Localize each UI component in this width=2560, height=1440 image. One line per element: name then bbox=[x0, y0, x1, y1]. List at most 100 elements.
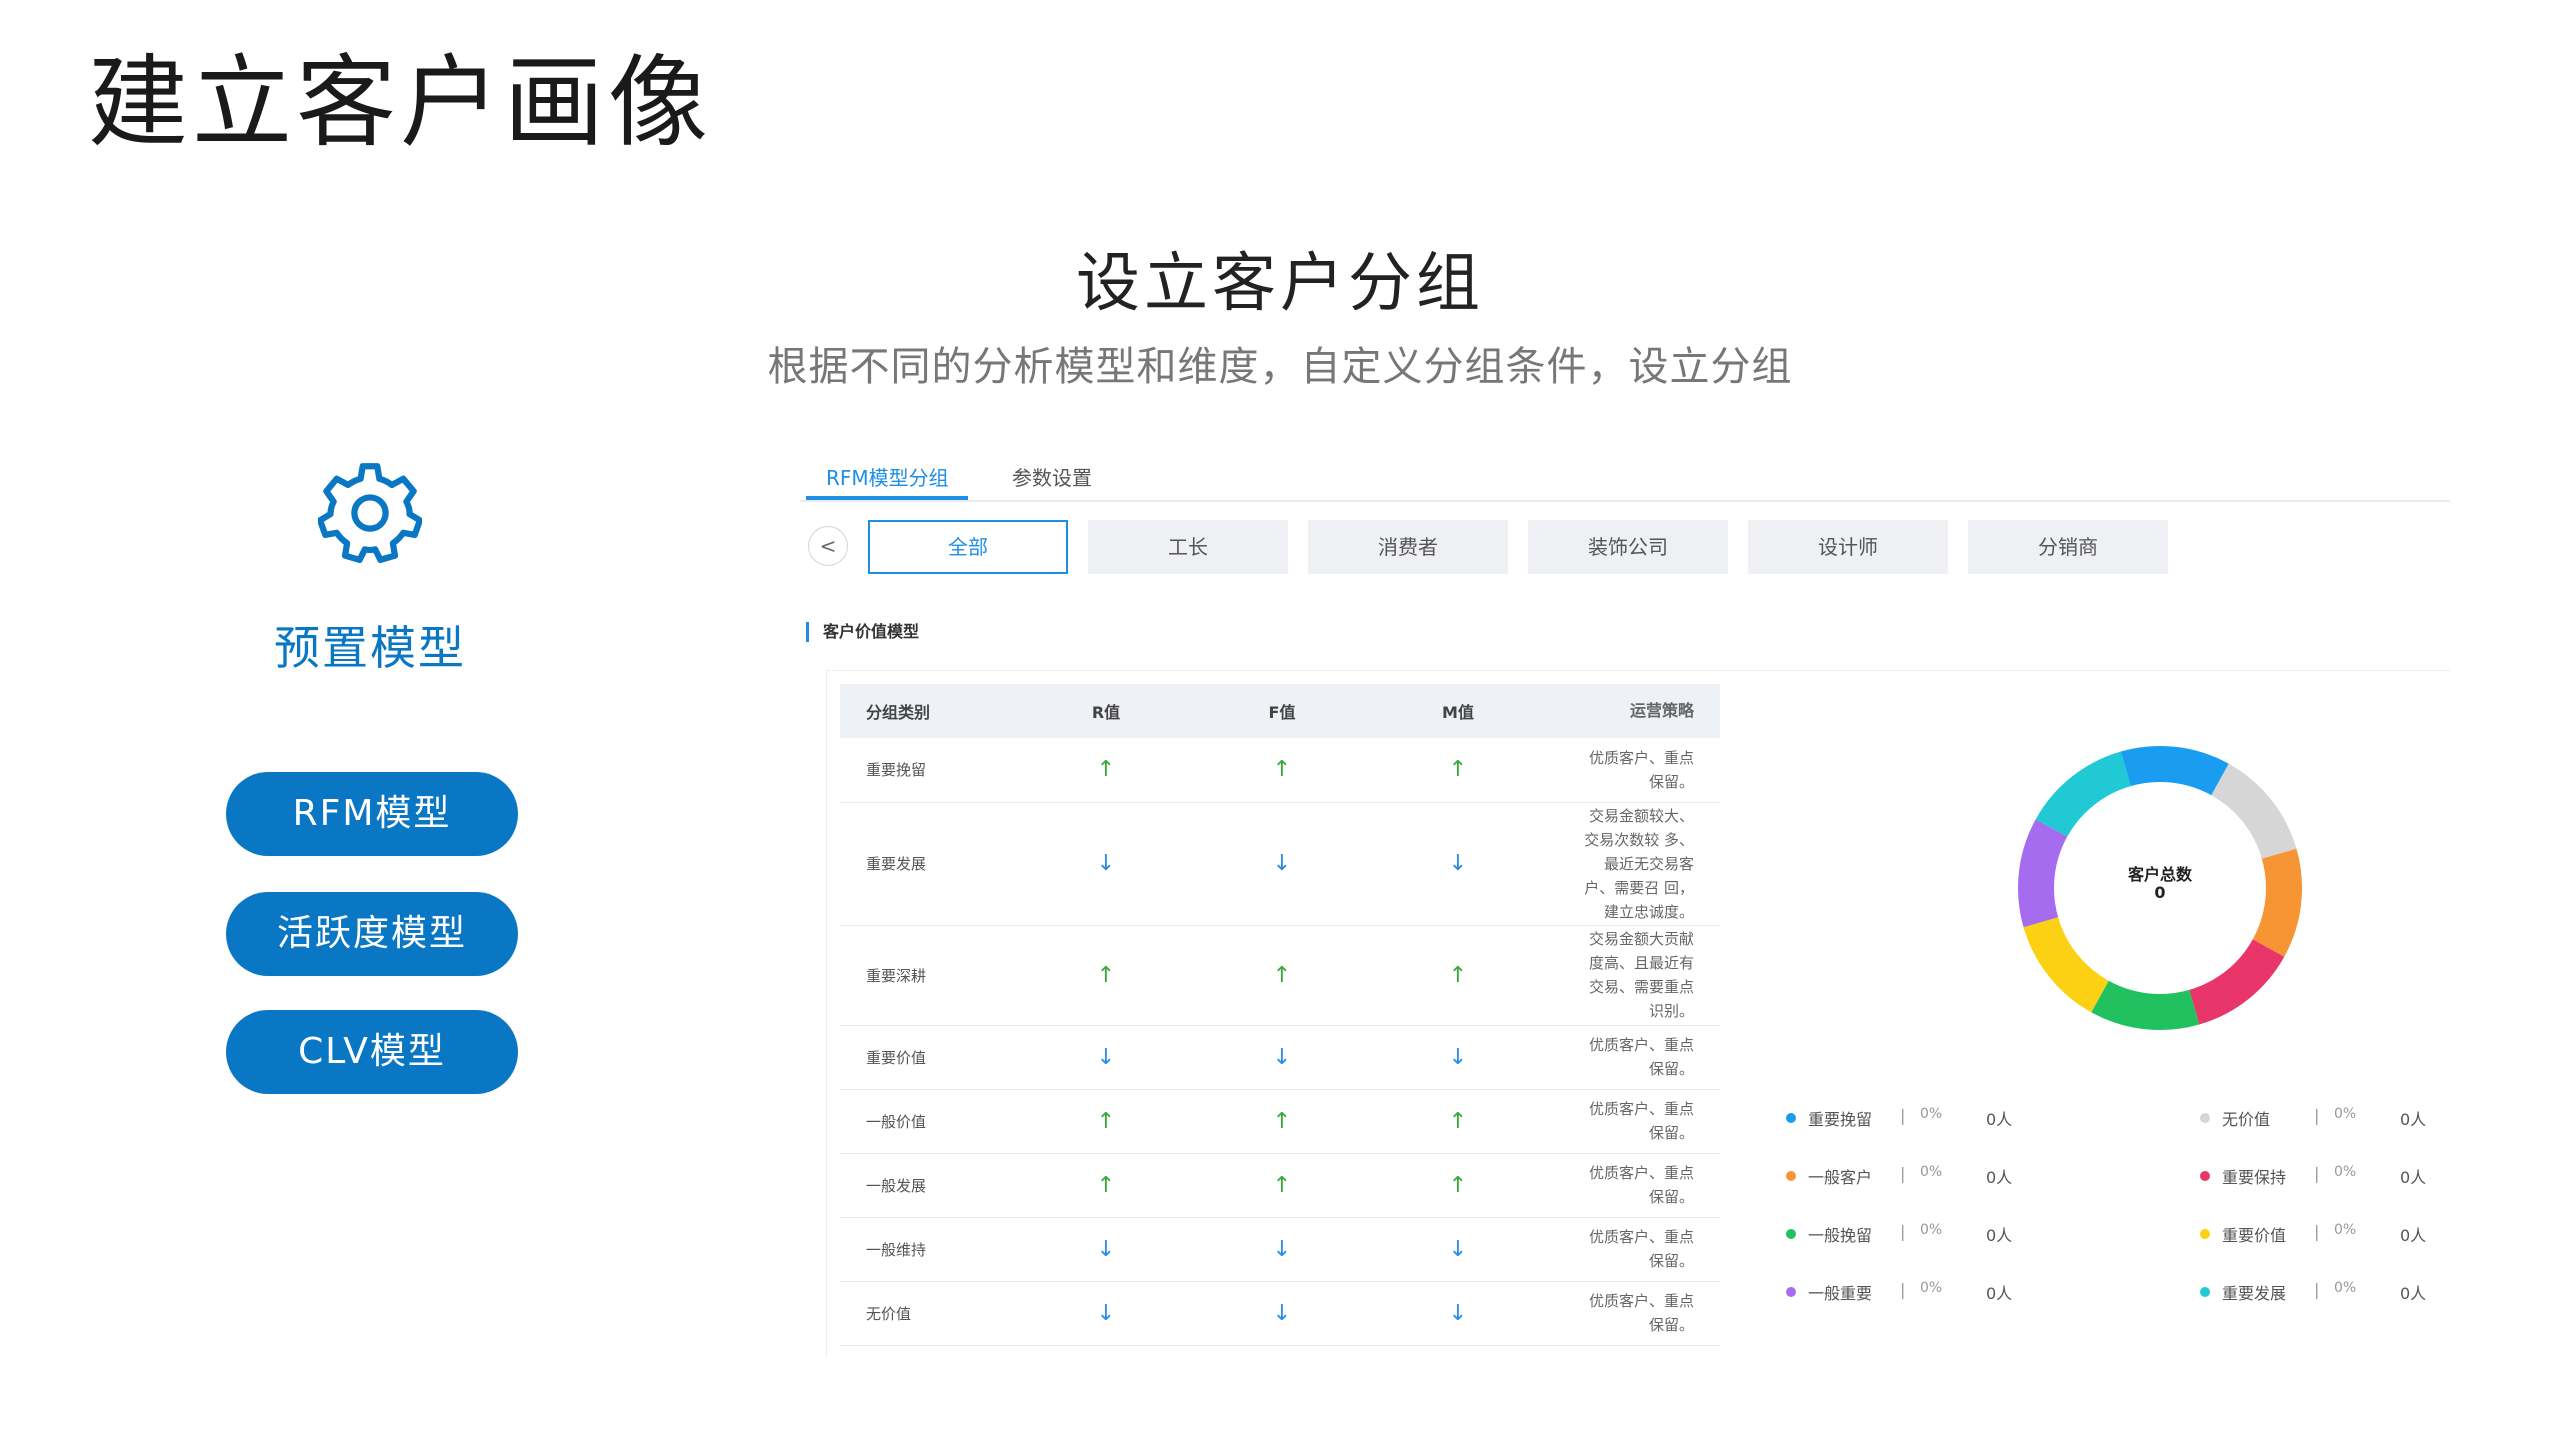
header-r-value: R值 bbox=[1018, 684, 1194, 738]
arrow-down-icon: ↓ bbox=[1272, 1300, 1292, 1326]
legend-count: 0人 bbox=[2400, 1168, 2427, 1187]
arrow-down-icon: ↓ bbox=[1096, 1300, 1116, 1326]
row-group-name: 一般维持 bbox=[840, 1217, 1018, 1282]
table-row: 一般维持 ↓ ↓ ↓ 优质客户、重点 保留。 bbox=[840, 1217, 1720, 1282]
legend-percent: 0% bbox=[1920, 1222, 1943, 1238]
strategy-line: 优质客户、重点 bbox=[1588, 748, 1694, 767]
card-border bbox=[826, 670, 827, 1358]
donut-segment[interactable] bbox=[2252, 848, 2302, 957]
donut-center: 客户总数 0 bbox=[2060, 866, 2260, 902]
rfm-model-button[interactable]: RFM模型 bbox=[226, 772, 518, 856]
strategy-line: 优质客户、重点 bbox=[1588, 1292, 1694, 1310]
row-strategy: 优质客户、重点保留。 bbox=[1546, 1217, 1720, 1282]
arrow-up-icon: ↑ bbox=[1448, 1108, 1468, 1134]
legend-dot bbox=[1786, 1229, 1796, 1239]
section-title: 设立客户分组 bbox=[1076, 247, 1484, 321]
legend-name: 重要发展 bbox=[2222, 1284, 2287, 1303]
tab-bar: RFM模型分组 参数设置 bbox=[800, 450, 2450, 502]
strategy-line: 保留。 bbox=[1648, 1124, 1694, 1142]
legend-name: 重要挽留 bbox=[1808, 1110, 1873, 1129]
table-row: 重要深耕 ↑ ↑ ↑ 交易金额大贡献 度高、且最近有 交易、需要重点 识别。 bbox=[840, 925, 1720, 1026]
category-distributor[interactable]: 分销商 bbox=[1968, 520, 2168, 574]
legend-separator: | bbox=[1900, 1222, 1906, 1241]
arrow-up-icon: ↑ bbox=[1448, 1172, 1468, 1198]
legend-count: 0人 bbox=[2400, 1110, 2427, 1129]
donut-center-value: 0 bbox=[2154, 883, 2166, 902]
strategy-line: 优质客户、重点 bbox=[1588, 1228, 1694, 1246]
row-group-name: 重要深耕 bbox=[840, 925, 1018, 1026]
legend-name: 无价值 bbox=[2222, 1110, 2271, 1129]
strategy-line: 保留。 bbox=[1648, 1060, 1694, 1078]
donut-segment[interactable] bbox=[2023, 917, 2109, 1013]
rfm-table: 分组类别 R值 F值 M值 运营策略 重要挽留 ↑ ↑ ↑ 优质客户、重点 保留。 重要发展… bbox=[840, 684, 1720, 1346]
legend-count: 0人 bbox=[1986, 1168, 2013, 1187]
arrow-down-icon: ↓ bbox=[1272, 851, 1292, 876]
legend-percent: 0% bbox=[1920, 1106, 1943, 1122]
category-consumer[interactable]: 消费者 bbox=[1308, 520, 1508, 574]
legend-count: 0人 bbox=[2400, 1284, 2427, 1303]
table-row: 一般发展 ↑ ↑ ↑ 优质客户、重点保留。 bbox=[840, 1153, 1720, 1218]
legend-dot bbox=[2200, 1113, 2210, 1123]
category-decoration-company[interactable]: 装饰公司 bbox=[1528, 520, 1728, 574]
arrow-up-icon: ↑ bbox=[1272, 1172, 1292, 1198]
legend-count: 0人 bbox=[1986, 1284, 2013, 1303]
arrow-up-icon: ↑ bbox=[1096, 1108, 1116, 1134]
arrow-up-icon: ↑ bbox=[1096, 1172, 1116, 1198]
legend-separator: | bbox=[2314, 1106, 2320, 1125]
table-row: 重要发展 ↓ ↓ ↓ 交易金额较大、 交易次数较 多、 最近无交易客 户、需要召 回， 建立忠诚… bbox=[840, 802, 1720, 926]
donut-segment[interactable] bbox=[2211, 763, 2297, 859]
arrow-down-icon: ↓ bbox=[1448, 1236, 1468, 1262]
category-foreman[interactable]: 工长 bbox=[1088, 520, 1288, 574]
tab-rfm-group[interactable]: RFM模型分组 bbox=[826, 462, 949, 491]
arrow-up-icon: ↑ bbox=[1096, 757, 1116, 783]
prev-button[interactable]: < bbox=[808, 526, 848, 566]
donut-segment[interactable] bbox=[2091, 980, 2200, 1030]
donut-segment[interactable] bbox=[2035, 751, 2131, 837]
section-subtitle: 根据不同的分析模型和维度，自定义分组条件，设立分组 bbox=[767, 344, 1793, 390]
tab-parameter-settings[interactable]: 参数设置 bbox=[1012, 462, 1092, 491]
table-row: 重要挽留 ↑ ↑ ↑ 优质客户、重点 保留。 bbox=[840, 738, 1720, 803]
row-strategy: 优质客户、重点 保留。 bbox=[1546, 738, 1720, 803]
page-title: 建立客户画像 bbox=[88, 44, 712, 161]
legend-separator: | bbox=[2314, 1164, 2320, 1183]
strategy-line: 保留。 bbox=[1648, 1252, 1694, 1270]
row-strategy: 优质客户、重点保留。 bbox=[1546, 1089, 1720, 1154]
strategy-line: 保留。 bbox=[1648, 1188, 1694, 1206]
legend-name: 重要价值 bbox=[2222, 1226, 2287, 1245]
arrow-down-icon: ↓ bbox=[1096, 1236, 1116, 1262]
card-border bbox=[826, 670, 2450, 671]
legend-dot bbox=[2200, 1287, 2210, 1297]
legend-separator: | bbox=[1900, 1280, 1906, 1299]
activity-model-button[interactable]: 活跃度模型 bbox=[226, 892, 518, 976]
legend-separator: | bbox=[1900, 1106, 1906, 1125]
legend-count: 0人 bbox=[2400, 1226, 2427, 1245]
arrow-up-icon: ↑ bbox=[1272, 962, 1292, 988]
row-group-name: 无价值 bbox=[840, 1281, 1018, 1346]
legend-dot bbox=[2200, 1171, 2210, 1181]
category-all[interactable]: 全部 bbox=[868, 520, 1068, 574]
preset-models-label: 预置模型 bbox=[274, 621, 466, 675]
category-designer[interactable]: 设计师 bbox=[1748, 520, 1948, 574]
donut-center-label: 客户总数 bbox=[2127, 865, 2192, 884]
arrow-up-icon: ↑ bbox=[1448, 757, 1468, 783]
strategy-line: 交易次数较 多、 bbox=[1584, 830, 1694, 849]
strategy-line: 户、需要召 回， bbox=[1584, 878, 1694, 897]
donut-segment[interactable] bbox=[2120, 746, 2229, 796]
row-group-name: 重要挽留 bbox=[840, 738, 1018, 803]
strategy-line: 优质客户、重点 bbox=[1588, 1164, 1694, 1182]
strategy-line: 优质客户、重点 bbox=[1588, 1100, 1694, 1118]
row-group-name: 一般发展 bbox=[840, 1153, 1018, 1218]
arrow-down-icon: ↓ bbox=[1096, 851, 1116, 876]
active-tab-indicator bbox=[806, 496, 968, 500]
row-group-name: 重要发展 bbox=[840, 802, 1018, 926]
strategy-line: 保留。 bbox=[1648, 1316, 1694, 1334]
arrow-down-icon: ↓ bbox=[1448, 1044, 1468, 1070]
legend-dot bbox=[1786, 1113, 1796, 1123]
legend-name: 一般客户 bbox=[1808, 1168, 1873, 1187]
donut-segment[interactable] bbox=[2189, 939, 2285, 1025]
clv-model-button[interactable]: CLV模型 bbox=[226, 1010, 518, 1094]
legend-name: 重要保持 bbox=[2222, 1168, 2287, 1187]
arrow-down-icon: ↓ bbox=[1096, 1044, 1116, 1070]
legend-dot bbox=[2200, 1229, 2210, 1239]
legend-percent: 0% bbox=[2334, 1222, 2357, 1238]
